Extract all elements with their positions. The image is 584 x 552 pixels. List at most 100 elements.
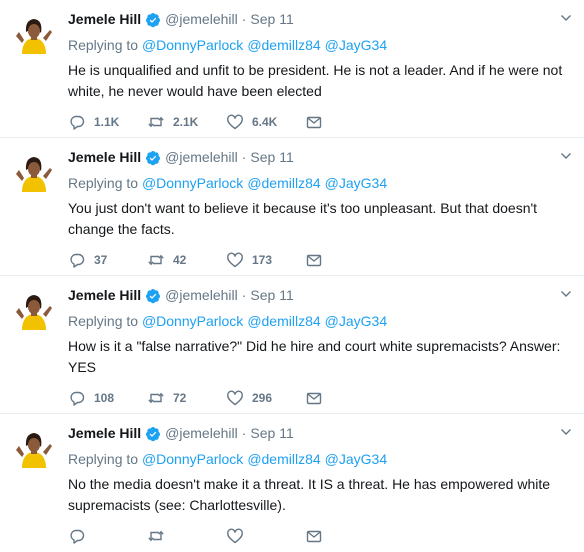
author-name[interactable]: Jemele Hill bbox=[68, 10, 141, 29]
replying-prefix: Replying to bbox=[68, 175, 139, 191]
like-count: 173 bbox=[252, 253, 273, 267]
retweet-button[interactable]: 42 bbox=[147, 251, 226, 269]
like-button[interactable]: 6.4K bbox=[226, 113, 305, 131]
retweet-icon bbox=[148, 530, 164, 542]
mention-link[interactable]: @JayG34 bbox=[325, 313, 387, 329]
tweet-text: You just don't want to believe it becaus… bbox=[68, 200, 538, 237]
retweet-count: 42 bbox=[173, 253, 187, 267]
tweet-text: He is unqualified and unfit to be presid… bbox=[68, 62, 563, 99]
reply-icon bbox=[70, 529, 85, 544]
retweet-button[interactable]: 2.1K bbox=[147, 113, 226, 131]
separator-dot: · bbox=[241, 11, 247, 27]
reply-button[interactable] bbox=[68, 527, 147, 545]
tweet-text: No the media doesn't make it a threat. I… bbox=[68, 476, 551, 513]
retweet-count: 72 bbox=[173, 391, 187, 405]
message-icon bbox=[306, 392, 322, 405]
chevron-down-icon[interactable] bbox=[560, 150, 572, 162]
chevron-down-icon[interactable] bbox=[560, 426, 572, 438]
avatar[interactable] bbox=[10, 286, 58, 334]
chevron-down-icon[interactable] bbox=[560, 12, 572, 24]
like-button[interactable] bbox=[226, 527, 305, 545]
tweet[interactable]: Jemele Hill @jemelehill · Sep 11 Replyin… bbox=[0, 138, 584, 276]
tweet-date[interactable]: Sep 11 bbox=[250, 424, 293, 443]
direct-message-button[interactable] bbox=[305, 527, 331, 545]
like-button[interactable]: 173 bbox=[226, 251, 305, 269]
replying-prefix: Replying to bbox=[68, 37, 139, 53]
tweet-text: How is it a "false narrative?" Did he hi… bbox=[68, 338, 561, 375]
author-name[interactable]: Jemele Hill bbox=[68, 424, 141, 443]
replying-to: Replying to @DonnyParlock @demillz84 @JayG… bbox=[68, 312, 572, 330]
direct-message-button[interactable] bbox=[305, 389, 331, 407]
tweet[interactable]: Jemele Hill @jemelehill · Sep 11 Replyin… bbox=[0, 0, 584, 138]
like-icon bbox=[227, 114, 243, 130]
tweet-actions bbox=[68, 526, 331, 546]
mention-link[interactable]: @DonnyParlock bbox=[142, 451, 243, 467]
author-handle[interactable]: @jemelehill bbox=[165, 424, 238, 443]
mention-link[interactable]: @demillz84 bbox=[247, 313, 320, 329]
author-handle[interactable]: @jemelehill bbox=[165, 148, 238, 167]
avatar[interactable] bbox=[10, 10, 58, 58]
author-name[interactable]: Jemele Hill bbox=[68, 286, 141, 305]
replying-to: Replying to @DonnyParlock @demillz84 @JayG… bbox=[68, 36, 572, 54]
reply-button[interactable]: 1.1K bbox=[68, 113, 147, 131]
message-icon bbox=[306, 254, 322, 267]
verified-badge-icon bbox=[146, 150, 161, 165]
tweet-date[interactable]: Sep 11 bbox=[250, 148, 293, 167]
mention-link[interactable]: @JayG34 bbox=[325, 37, 387, 53]
reply-count: 37 bbox=[94, 253, 108, 267]
replying-to: Replying to @DonnyParlock @demillz84 @JayG… bbox=[68, 174, 572, 192]
author-name[interactable]: Jemele Hill bbox=[68, 148, 141, 167]
retweet-count: 2.1K bbox=[173, 115, 199, 129]
tweet-date[interactable]: Sep 11 bbox=[250, 286, 293, 305]
message-icon bbox=[306, 116, 322, 129]
replying-prefix: Replying to bbox=[68, 313, 139, 329]
reply-count: 1.1K bbox=[94, 115, 120, 129]
mention-link[interactable]: @demillz84 bbox=[247, 175, 320, 191]
mention-link[interactable]: @JayG34 bbox=[325, 175, 387, 191]
replying-prefix: Replying to bbox=[68, 451, 139, 467]
retweet-icon bbox=[148, 392, 164, 404]
verified-badge-icon bbox=[146, 12, 161, 27]
tweet-actions: 108 72 296 bbox=[68, 388, 331, 408]
separator-dot: · bbox=[241, 425, 247, 441]
avatar[interactable] bbox=[10, 424, 58, 472]
separator-dot: · bbox=[241, 287, 247, 303]
reply-button[interactable]: 37 bbox=[68, 251, 147, 269]
mention-link[interactable]: @DonnyParlock bbox=[142, 313, 243, 329]
direct-message-button[interactable] bbox=[305, 113, 331, 131]
direct-message-button[interactable] bbox=[305, 251, 331, 269]
like-icon bbox=[227, 528, 243, 544]
reply-count: 108 bbox=[94, 391, 115, 405]
retweet-icon bbox=[148, 116, 164, 128]
retweet-button[interactable] bbox=[147, 527, 226, 545]
like-count: 296 bbox=[252, 391, 273, 405]
tweet-actions: 37 42 173 bbox=[68, 250, 331, 270]
like-button[interactable]: 296 bbox=[226, 389, 305, 407]
replying-to: Replying to @DonnyParlock @demillz84 @JayG… bbox=[68, 450, 572, 468]
like-icon bbox=[227, 390, 243, 406]
mention-link[interactable]: @DonnyParlock bbox=[142, 175, 243, 191]
author-handle[interactable]: @jemelehill bbox=[165, 10, 238, 29]
mention-link[interactable]: @demillz84 bbox=[247, 451, 320, 467]
tweet[interactable]: Jemele Hill @jemelehill · Sep 11 Replyin… bbox=[0, 276, 584, 414]
verified-badge-icon bbox=[146, 426, 161, 441]
tweet-feed: Jemele Hill @jemelehill · Sep 11 Replyin… bbox=[0, 0, 584, 552]
mention-link[interactable]: @JayG34 bbox=[325, 451, 387, 467]
reply-button[interactable]: 108 bbox=[68, 389, 147, 407]
reply-icon bbox=[70, 253, 85, 268]
tweet-date[interactable]: Sep 11 bbox=[250, 10, 293, 29]
like-icon bbox=[227, 252, 243, 268]
mention-link[interactable]: @demillz84 bbox=[247, 37, 320, 53]
chevron-down-icon[interactable] bbox=[560, 288, 572, 300]
like-count: 6.4K bbox=[252, 115, 278, 129]
mention-link[interactable]: @DonnyParlock bbox=[142, 37, 243, 53]
separator-dot: · bbox=[241, 149, 247, 165]
avatar[interactable] bbox=[10, 148, 58, 196]
author-handle[interactable]: @jemelehill bbox=[165, 286, 238, 305]
tweet[interactable]: Jemele Hill @jemelehill · Sep 11 Replyin… bbox=[0, 414, 584, 552]
retweet-icon bbox=[148, 254, 164, 266]
tweet-actions: 1.1K 2.1K 6.4K bbox=[68, 112, 331, 132]
verified-badge-icon bbox=[146, 288, 161, 303]
message-icon bbox=[306, 530, 322, 543]
retweet-button[interactable]: 72 bbox=[147, 389, 226, 407]
